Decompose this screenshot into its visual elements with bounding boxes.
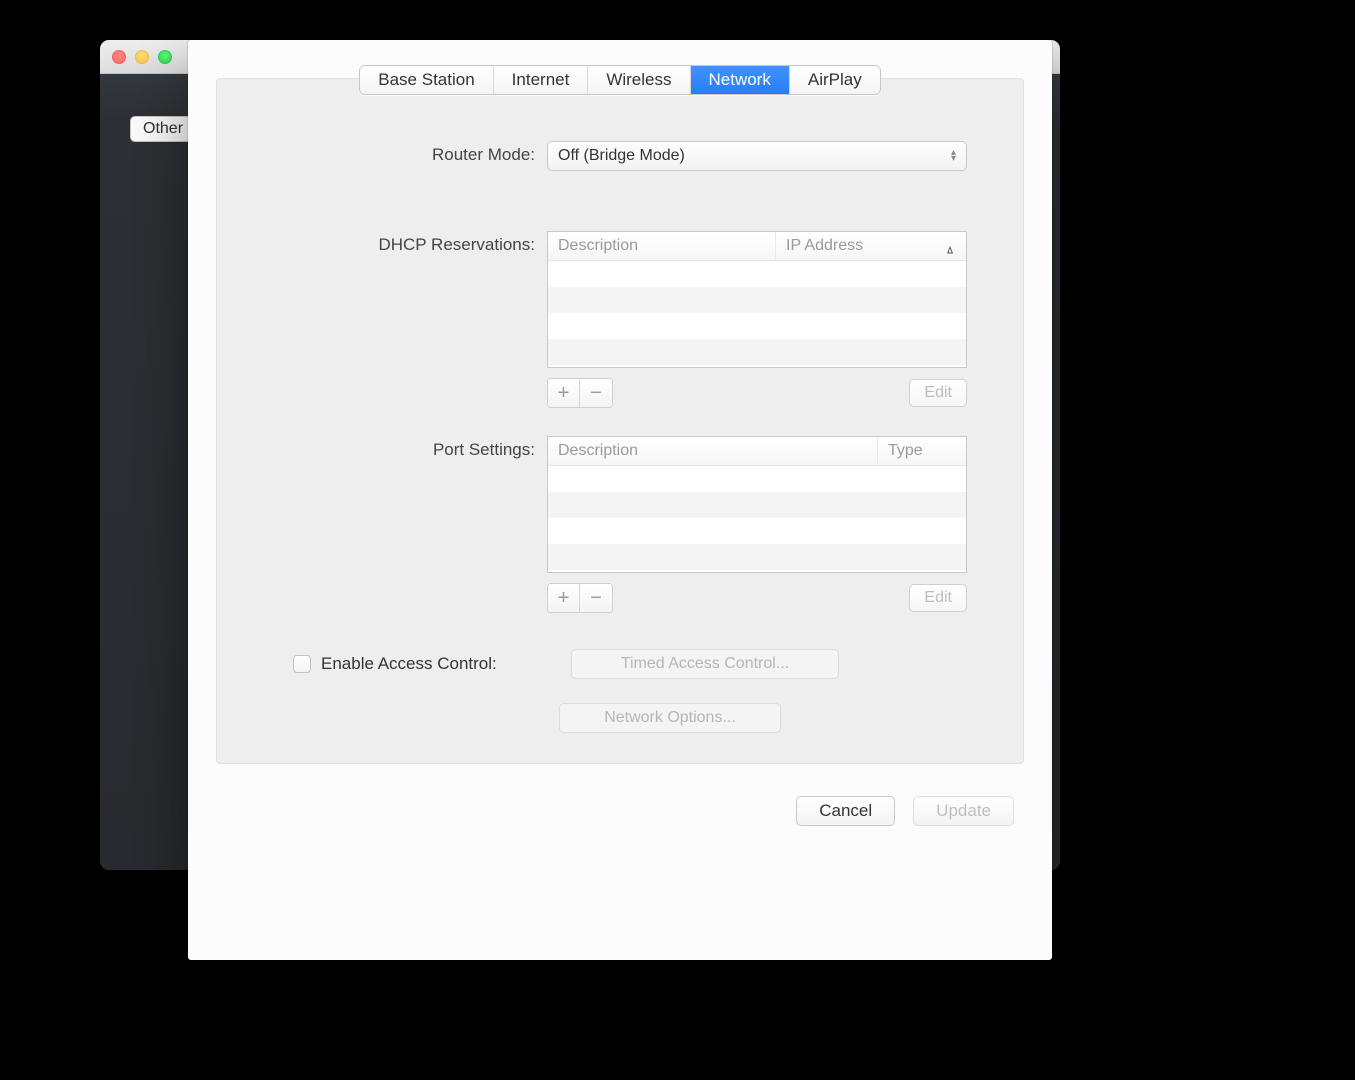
zoom-icon[interactable]	[158, 50, 172, 64]
table-row	[548, 313, 966, 339]
port-remove-button[interactable]: −	[580, 584, 612, 612]
other-button[interactable]: Other	[130, 116, 196, 142]
dhcp-label: DHCP Reservations:	[233, 231, 547, 255]
dhcp-add-button[interactable]: +	[548, 379, 580, 407]
tab-internet[interactable]: Internet	[494, 66, 589, 94]
port-col-type[interactable]: Type	[878, 437, 966, 465]
table-row	[548, 261, 966, 287]
dhcp-col-description[interactable]: Description	[548, 232, 776, 260]
traffic-lights	[100, 50, 172, 64]
router-mode-popup[interactable]: Off (Bridge Mode) ▴▾	[547, 141, 967, 171]
access-control-label: Enable Access Control:	[321, 654, 559, 674]
port-col-description[interactable]: Description	[548, 437, 878, 465]
cancel-button[interactable]: Cancel	[796, 796, 895, 826]
update-button[interactable]: Update	[913, 796, 1014, 826]
sheet-footer: Cancel Update	[216, 796, 1024, 826]
dhcp-list[interactable]: Description IP Address ㅿ	[547, 231, 967, 368]
port-list[interactable]: Description Type	[547, 436, 967, 573]
port-add-button[interactable]: +	[548, 584, 580, 612]
tab-wireless[interactable]: Wireless	[588, 66, 690, 94]
settings-sheet: Base Station Internet Wireless Network A…	[188, 40, 1052, 960]
network-options-button[interactable]: Network Options...	[559, 703, 781, 733]
minimize-icon[interactable]	[135, 50, 149, 64]
tab-base-station[interactable]: Base Station	[360, 66, 493, 94]
dhcp-edit-button[interactable]: Edit	[909, 379, 967, 407]
sort-up-icon: ㅿ	[944, 240, 956, 259]
dhcp-remove-button[interactable]: −	[580, 379, 612, 407]
timed-access-button[interactable]: Timed Access Control...	[571, 649, 839, 679]
router-mode-label: Router Mode:	[233, 141, 547, 165]
port-label: Port Settings:	[233, 436, 547, 460]
table-row	[548, 287, 966, 313]
table-row	[548, 544, 966, 570]
dhcp-col-ip[interactable]: IP Address ㅿ	[776, 232, 966, 260]
tab-network[interactable]: Network	[691, 66, 790, 94]
table-row	[548, 492, 966, 518]
tab-airplay[interactable]: AirPlay	[790, 66, 880, 94]
close-icon[interactable]	[112, 50, 126, 64]
router-mode-value: Off (Bridge Mode)	[558, 147, 685, 165]
chevron-updown-icon: ▴▾	[951, 150, 956, 162]
tab-bar: Base Station Internet Wireless Network A…	[217, 65, 1023, 95]
table-row	[548, 466, 966, 492]
access-control-checkbox[interactable]	[293, 655, 311, 673]
port-edit-button[interactable]: Edit	[909, 584, 967, 612]
table-row	[548, 518, 966, 544]
settings-pane: Base Station Internet Wireless Network A…	[216, 78, 1024, 764]
table-row	[548, 339, 966, 365]
